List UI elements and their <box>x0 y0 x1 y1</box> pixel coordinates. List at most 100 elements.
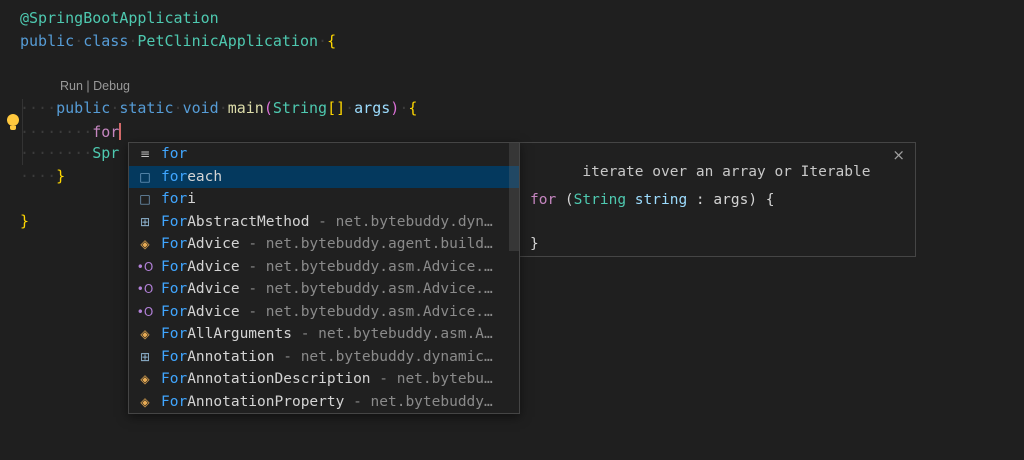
code-token: for <box>530 192 556 208</box>
snippet-icon: □ <box>135 170 155 184</box>
lightbulb-icon[interactable] <box>7 114 19 126</box>
code-token: · <box>219 99 228 117</box>
code-token: ) { <box>748 192 774 208</box>
suggest-item[interactable]: ◈ ForAnnotationProperty - net.bytebuddy… <box>129 391 519 414</box>
docs-summary: iterate over an array or Iterable <box>582 164 870 180</box>
suggest-label: AbstractMethod <box>187 214 309 230</box>
suggest-label-match: For <box>161 394 187 410</box>
suggest-detail: - net.bytebuddy.agent.build… <box>240 236 493 252</box>
docs-header: iterate over an array or Iterable <box>520 148 915 170</box>
suggest-item[interactable]: •OForAdvice - net.bytebuddy.asm.Advice.… <box>129 301 519 324</box>
code-token: · <box>74 32 83 50</box>
code-token: String <box>273 99 327 117</box>
code-token: ···· <box>20 167 56 185</box>
suggest-label-match: For <box>161 349 187 365</box>
suggest-label: each <box>187 169 222 185</box>
codelens: Run | Debug <box>20 75 417 98</box>
docs-code: for (String string : args) {} <box>520 170 915 258</box>
keyword-icon: ≡ <box>135 147 155 161</box>
suggest-widget: ≡for□foreach□fori⊞ForAbstractMethod - ne… <box>128 142 520 414</box>
suggest-label-match: For <box>161 326 187 342</box>
annotation-icon: ◈ <box>135 395 155 409</box>
suggest-detail: - net.bytebu… <box>371 371 493 387</box>
docs-code-line: for (String string : args) { <box>520 192 915 214</box>
suggest-label: Annotation <box>187 349 274 365</box>
code-token: Spr <box>92 144 119 162</box>
codelens-debug-link[interactable]: Debug <box>93 79 130 93</box>
code-token: · <box>345 99 354 117</box>
code-token: ( <box>556 192 573 208</box>
suggest-label: AnnotationProperty <box>187 394 344 410</box>
code-token: : <box>687 192 713 208</box>
suggest-detail: - net.bytebuddy… <box>344 394 492 410</box>
code-token: · <box>318 32 327 50</box>
class-icon: ⊞ <box>135 215 155 229</box>
docs-code-line: } <box>520 236 915 258</box>
lightbulb-base <box>10 126 16 130</box>
suggest-label: Advice <box>187 281 239 297</box>
code-token: static <box>119 99 173 117</box>
suggest-label: AnnotationDescription <box>187 371 370 387</box>
code-line: public·class·PetClinicApplication·{ <box>20 30 417 53</box>
suggest-item[interactable]: ◈ForAllArguments - net.bytebuddy.asm.A… <box>129 323 519 346</box>
code-token: class <box>83 32 128 50</box>
code-token: main <box>228 99 264 117</box>
suggest-label-match: For <box>161 236 187 252</box>
code-line: ········for <box>20 120 417 143</box>
code-token: ) <box>390 99 399 117</box>
suggest-scrollbar[interactable] <box>509 143 519 251</box>
code-token: [] <box>327 99 345 117</box>
suggest-label: i <box>187 191 196 207</box>
suggest-detail: - net.bytebuddy.asm.Advice.… <box>240 281 493 297</box>
codelens-run-link[interactable]: Run <box>60 79 83 93</box>
suggest-label-match: for <box>161 191 187 207</box>
code-token: } <box>56 167 65 185</box>
code-token: String <box>574 192 626 208</box>
suggest-item[interactable]: □ foreach <box>129 166 519 189</box>
suggest-label-match: For <box>161 371 187 387</box>
suggest-item[interactable]: ◈ ForAnnotationDescription - net.bytebu… <box>129 368 519 391</box>
code-token: ···· <box>20 99 56 117</box>
code-token: args <box>354 99 390 117</box>
code-token: public <box>20 32 74 50</box>
suggest-detail: - net.bytebuddy.dyn… <box>309 214 492 230</box>
code-token: args <box>713 192 748 208</box>
suggest-item[interactable]: ⊞ ForAbstractMethod - net.bytebuddy.dyn… <box>129 211 519 234</box>
reference-icon: •O <box>135 282 155 296</box>
suggest-item[interactable]: ◈ForAdvice - net.bytebuddy.agent.build… <box>129 233 519 256</box>
annotation-icon: ◈ <box>135 372 155 386</box>
suggest-item[interactable]: •O ForAdvice - net.bytebuddy.asm.Advice.… <box>129 278 519 301</box>
code-token: @SpringBootApplication <box>20 9 219 27</box>
suggest-label-match: For <box>161 281 187 297</box>
suggest-list: ≡for□foreach□fori⊞ForAbstractMethod - ne… <box>129 143 519 413</box>
code-line <box>20 52 417 75</box>
reference-icon: •O <box>135 260 155 274</box>
code-token: public <box>56 99 110 117</box>
docs-code-line <box>520 214 915 236</box>
text-cursor <box>119 123 121 140</box>
suggest-label: AllArguments <box>187 326 292 342</box>
snippet-icon: □ <box>135 192 155 206</box>
code-line: ····public·static·void·main(String[]·arg… <box>20 97 417 120</box>
code-token: · <box>174 99 183 117</box>
code-token: { <box>408 99 417 117</box>
suggest-detail: - net.bytebuddy.dynamic… <box>275 349 493 365</box>
code-token: } <box>530 236 539 252</box>
suggest-item[interactable]: □ fori <box>129 188 519 211</box>
suggest-label: Advice <box>187 259 239 275</box>
codelens-separator: | <box>83 79 93 93</box>
suggest-item[interactable]: ≡for <box>129 143 519 166</box>
code-token: ········ <box>20 144 92 162</box>
suggest-detail: - net.bytebuddy.asm.Advice.… <box>240 259 493 275</box>
code-line: @SpringBootApplication <box>20 7 417 30</box>
code-token: ( <box>264 99 273 117</box>
suggest-label-match: For <box>161 259 187 275</box>
suggest-item[interactable]: •O ForAdvice - net.bytebuddy.asm.Advice.… <box>129 256 519 279</box>
suggest-label-match: For <box>161 304 187 320</box>
suggest-label-match: For <box>161 214 187 230</box>
suggest-item[interactable]: ⊞ForAnnotation - net.bytebuddy.dynamic… <box>129 346 519 369</box>
code-token: · <box>110 99 119 117</box>
close-icon[interactable]: × <box>892 146 905 164</box>
code-editor[interactable]: @SpringBootApplication public·class·PetCl… <box>0 0 1024 460</box>
suggest-label-match: for <box>161 169 187 185</box>
